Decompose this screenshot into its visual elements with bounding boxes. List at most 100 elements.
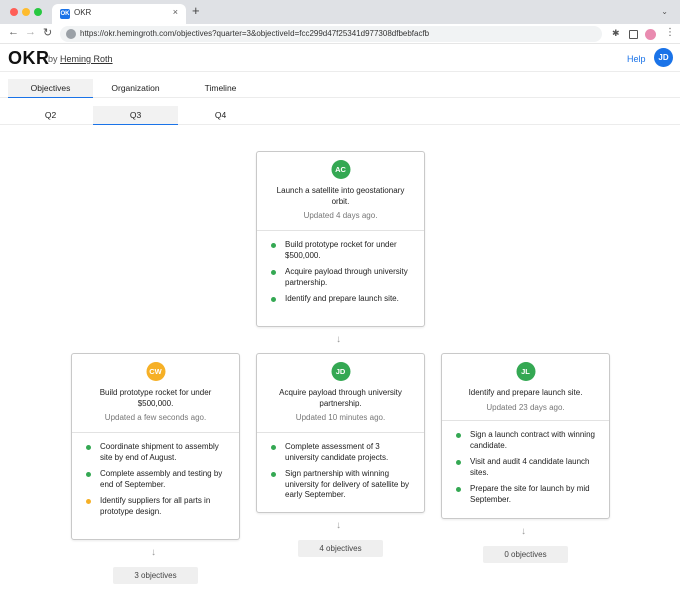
key-result-item[interactable]: Acquire payload through university partn… (271, 267, 414, 288)
address-bar[interactable]: https://okr.hemingroth.com/objectives?qu… (60, 26, 602, 42)
author-link[interactable]: Heming Roth (60, 54, 113, 64)
status-dot-icon (271, 296, 276, 302)
down-arrow-icon: ↓ (336, 520, 341, 531)
tab-q3[interactable]: Q3 (93, 106, 178, 125)
owner-avatar: CW (146, 362, 165, 381)
child-objectives-count-button[interactable]: 4 objectives (298, 540, 383, 557)
browser-titlebar: OK OKR × + ⌄ (0, 0, 680, 24)
back-arrow-icon[interactable]: ← (8, 26, 19, 38)
app-logo[interactable]: OKR (8, 48, 50, 69)
key-result-item[interactable]: Complete assessment of 3 university cand… (271, 442, 414, 463)
help-link[interactable]: Help (627, 54, 646, 64)
forward-arrow-icon[interactable]: → (25, 26, 36, 38)
minimize-window-button[interactable] (22, 8, 30, 16)
key-result-item[interactable]: Sign partnership with winning university… (271, 469, 414, 501)
tab-title: OKR (74, 8, 92, 17)
status-dot-icon (271, 269, 276, 275)
key-result-text: Complete assembly and testing by end of … (100, 469, 223, 489)
down-arrow-icon: ↓ (151, 547, 156, 558)
objective-card[interactable]: CW Build prototype rocket for under $500… (71, 353, 240, 540)
objective-header: JD Acquire payload through university pa… (257, 354, 424, 433)
key-result-text: Identify and prepare launch site. (285, 294, 399, 303)
reload-icon[interactable]: ↻ (43, 26, 52, 39)
key-result-text: Acquire payload through university partn… (285, 267, 408, 287)
key-result-item[interactable]: Visit and audit 4 candidate launch sites… (456, 457, 599, 478)
owner-avatar: AC (331, 160, 350, 179)
extensions-puzzle-icon[interactable]: ✱ (612, 28, 622, 38)
author-credit: by Heming Roth (48, 54, 113, 64)
browser-toolbar: ← → ↻ https://okr.hemingroth.com/objecti… (0, 24, 680, 44)
profile-icon[interactable] (645, 29, 656, 40)
status-dot-icon (271, 242, 276, 248)
key-result-text: Prepare the site for launch by mid Septe… (470, 484, 590, 504)
status-dot-icon (456, 486, 461, 492)
tab-close-icon[interactable]: × (173, 7, 178, 17)
objective-card[interactable]: JL Identify and prepare launch site. Upd… (441, 353, 610, 519)
close-window-button[interactable] (10, 8, 18, 16)
updated-timestamp: Updated 23 days ago. (486, 403, 565, 412)
updated-timestamp: Updated 10 minutes ago. (295, 413, 386, 422)
key-result-text: Identify suppliers for all parts in prot… (100, 496, 211, 516)
status-dot-icon (456, 459, 461, 465)
owner-avatar: JL (516, 362, 535, 381)
key-result-text: Sign a launch contract with winning cand… (470, 430, 595, 450)
quarter-tabs: Q2 Q3 Q4 (0, 106, 680, 125)
status-dot-icon (86, 471, 91, 477)
updated-timestamp: Updated 4 days ago. (303, 211, 378, 220)
child-objectives-count-button[interactable]: 0 objectives (483, 546, 568, 563)
key-result-item[interactable]: Coordinate shipment to assembly site by … (86, 442, 229, 463)
owner-avatar: JD (331, 362, 350, 381)
status-dot-icon (86, 444, 91, 450)
key-result-text: Complete assessment of 3 university cand… (285, 442, 389, 462)
key-results-list: Sign a launch contract with winning cand… (442, 421, 609, 505)
key-result-item[interactable]: Build prototype rocket for under $500,00… (271, 240, 414, 261)
objective-card[interactable]: JD Acquire payload through university pa… (256, 353, 425, 513)
tab-objectives[interactable]: Objectives (8, 79, 93, 98)
status-dot-icon (271, 471, 276, 477)
side-panel-icon[interactable] (629, 30, 638, 39)
maximize-window-button[interactable] (34, 8, 42, 16)
updated-timestamp: Updated a few seconds ago. (104, 413, 207, 422)
objective-card-root[interactable]: AC Launch a satellite into geostationary… (256, 151, 425, 327)
status-dot-icon (271, 444, 276, 450)
key-results-list: Coordinate shipment to assembly site by … (72, 433, 239, 517)
objective-title: Identify and prepare launch site. (468, 388, 583, 397)
key-results-list: Build prototype rocket for under $500,00… (257, 231, 424, 305)
browser-menu-icon[interactable]: ⋮ (665, 27, 675, 38)
tab-timeline[interactable]: Timeline (178, 79, 263, 98)
key-result-text: Visit and audit 4 candidate launch sites… (470, 457, 590, 477)
tab-organization[interactable]: Organization (93, 79, 178, 98)
key-result-text: Coordinate shipment to assembly site by … (100, 442, 219, 462)
key-result-item[interactable]: Identify and prepare launch site. (271, 294, 414, 305)
objective-header: AC Launch a satellite into geostationary… (257, 152, 424, 231)
app-header: OKR by Heming Roth Help JD (0, 44, 680, 72)
key-result-text: Build prototype rocket for under $500,00… (285, 240, 397, 260)
down-arrow-icon: ↓ (521, 526, 526, 537)
down-arrow-icon: ↓ (336, 334, 341, 345)
status-dot-icon (456, 432, 461, 438)
child-objectives-count-button[interactable]: 3 objectives (113, 567, 198, 584)
main-tabs: Objectives Organization Timeline (0, 79, 680, 98)
objective-title: Launch a satellite into geostationary or… (276, 186, 405, 206)
site-info-icon[interactable] (66, 29, 76, 39)
url-text[interactable]: https://okr.hemingroth.com/objectives?qu… (80, 29, 429, 38)
key-result-item[interactable]: Prepare the site for launch by mid Septe… (456, 484, 599, 505)
key-results-list: Complete assessment of 3 university cand… (257, 433, 424, 501)
favicon-icon: OK (60, 9, 70, 19)
tab-q4[interactable]: Q4 (178, 106, 263, 125)
key-result-item[interactable]: Complete assembly and testing by end of … (86, 469, 229, 490)
tab-search-chevron-icon[interactable]: ⌄ (661, 7, 668, 16)
by-label: by (48, 54, 58, 64)
key-result-item[interactable]: Sign a launch contract with winning cand… (456, 430, 599, 451)
browser-tab[interactable]: OK OKR × (52, 4, 186, 24)
key-result-item[interactable]: Identify suppliers for all parts in prot… (86, 496, 229, 517)
tab-q2[interactable]: Q2 (8, 106, 93, 125)
status-dot-icon (86, 498, 91, 504)
objective-header: CW Build prototype rocket for under $500… (72, 354, 239, 433)
objective-title: Acquire payload through university partn… (279, 388, 402, 408)
key-result-text: Sign partnership with winning university… (285, 469, 410, 499)
objective-header: JL Identify and prepare launch site. Upd… (442, 354, 609, 421)
user-avatar[interactable]: JD (654, 48, 673, 67)
objective-title: Build prototype rocket for under $500,00… (99, 388, 212, 408)
new-tab-button[interactable]: + (192, 4, 200, 17)
